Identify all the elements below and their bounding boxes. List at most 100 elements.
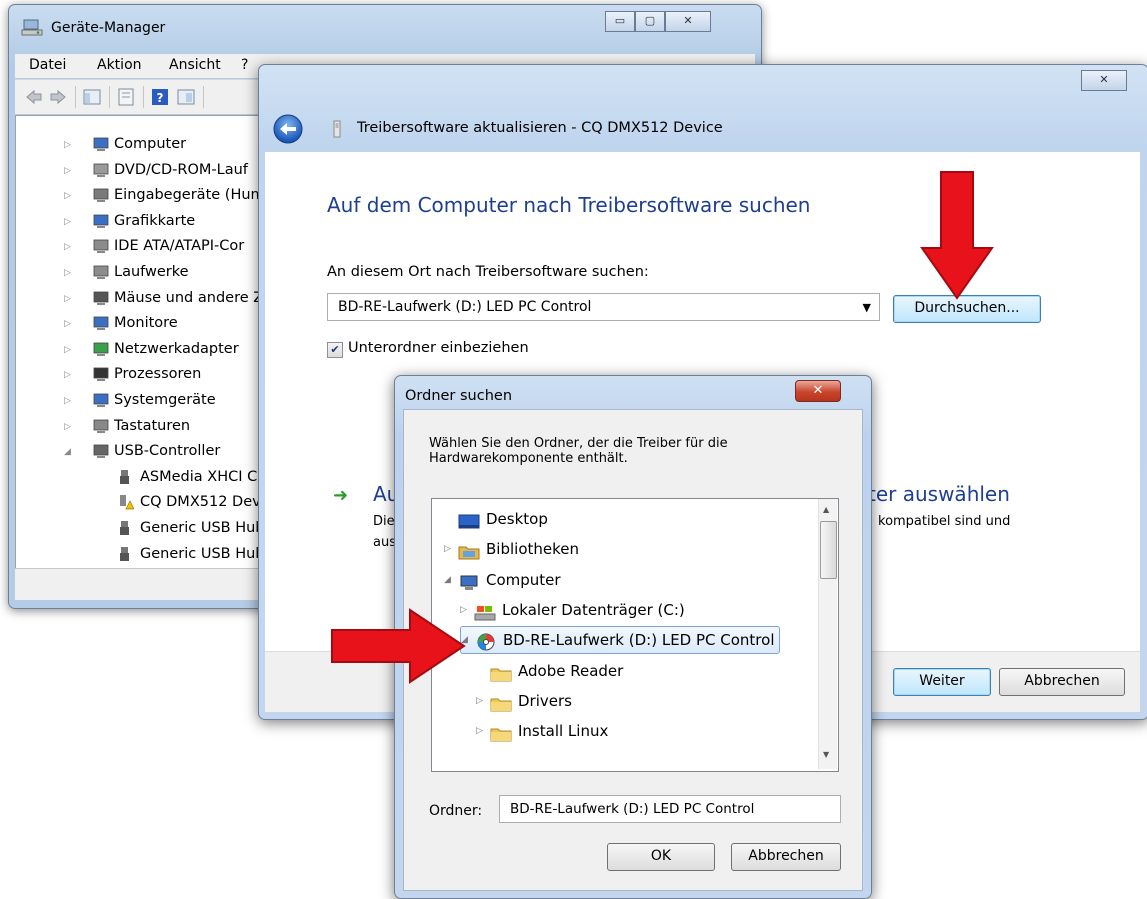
- scan-hardware-icon[interactable]: [177, 88, 195, 106]
- usb-device-label: CQ DMX512 Dev: [140, 494, 261, 511]
- usb-device-label: ASMedia XHCI C: [140, 468, 258, 485]
- folder-tree-label: BD-RE-Laufwerk (D:) LED PC Control: [503, 631, 775, 650]
- folder-tree-item[interactable]: ▷ Install Linux: [476, 717, 608, 745]
- folder-tree-item-selected[interactable]: ◢ BD-RE-Laufwerk (D:) LED PC Control: [460, 626, 780, 655]
- usb-device-label: Generic USB Hub: [140, 545, 265, 562]
- next-button[interactable]: Weiter: [893, 668, 991, 696]
- dialog-cancel-button[interactable]: Abbrechen: [731, 843, 841, 871]
- expand-arrow-icon[interactable]: ▷: [64, 363, 71, 387]
- device-manager-icon: [21, 19, 43, 36]
- option-desc-end: kompatibel sind und: [878, 514, 1011, 529]
- folder-icon: [490, 663, 512, 681]
- toolbar-separator: [109, 86, 110, 108]
- tree-item-label: Computer: [114, 136, 187, 152]
- expand-arrow-icon[interactable]: ▷: [64, 210, 71, 234]
- location-combobox[interactable]: BD-RE-Laufwerk (D:) LED PC Control ▼: [327, 293, 880, 321]
- option-desc-2: aus: [373, 535, 396, 550]
- tree-item-label: DVD/CD-ROM-Lauf: [114, 161, 248, 178]
- folder-icon: [490, 723, 512, 742]
- expand-arrow-icon[interactable]: ▷: [476, 717, 483, 745]
- back-arrow-icon[interactable]: [25, 88, 43, 106]
- expand-arrow-icon[interactable]: ▷: [64, 159, 71, 183]
- window-title: Geräte-Manager: [51, 20, 166, 36]
- dialog-title: Ordner suchen: [405, 388, 513, 404]
- expand-arrow-icon[interactable]: ▷: [64, 261, 71, 285]
- scroll-down-icon[interactable]: ▼: [823, 750, 829, 759]
- caption-buttons: ▭ ▢ ✕: [605, 11, 711, 32]
- folder-tree-item[interactable]: Adobe Reader: [476, 657, 623, 685]
- back-arrow-icon[interactable]: [273, 114, 303, 144]
- wizard-close-button[interactable]: ✕: [1081, 70, 1127, 91]
- warning-device-icon: [116, 494, 135, 510]
- usb-device-icon: [116, 546, 134, 562]
- dvd-drive-icon: [92, 162, 110, 178]
- usb-controller-icon: [92, 443, 110, 459]
- folder-tree-item[interactable]: Desktop: [444, 505, 548, 533]
- mouse-icon: [92, 290, 110, 306]
- scroll-thumb[interactable]: [820, 521, 837, 579]
- folder-tree-item[interactable]: ▷ Drivers: [476, 687, 572, 715]
- expand-arrow-icon[interactable]: ▷: [64, 235, 71, 259]
- folder-tree-label: Bibliotheken: [486, 540, 579, 559]
- collapse-arrow-icon[interactable]: ◢: [64, 440, 71, 464]
- folder-field[interactable]: BD-RE-Laufwerk (D:) LED PC Control: [499, 795, 841, 823]
- menu-aktion[interactable]: Aktion: [97, 57, 142, 73]
- system-device-icon: [92, 392, 110, 408]
- close-button[interactable]: ✕: [665, 11, 711, 32]
- include-subfolders-checkbox[interactable]: ✔: [327, 342, 343, 358]
- minimize-button[interactable]: ▭: [605, 11, 635, 32]
- folder-label: Ordner:: [429, 803, 483, 819]
- expand-arrow-icon[interactable]: ▷: [476, 687, 483, 715]
- folder-tree-item[interactable]: ▷ Bibliotheken: [444, 535, 579, 563]
- tree-item-label: USB-Controller: [114, 443, 221, 460]
- drive-icon: [92, 264, 110, 280]
- usb-device-label: Generic USB Hub: [140, 520, 265, 536]
- expand-arrow-icon[interactable]: ▷: [64, 287, 71, 311]
- expand-arrow-icon[interactable]: ▷: [444, 535, 451, 563]
- chevron-down-icon[interactable]: ▼: [863, 294, 871, 321]
- forward-arrow-icon[interactable]: [49, 88, 67, 106]
- option-title-end[interactable]: ter auswählen: [868, 482, 1010, 506]
- cancel-button[interactable]: Abbrechen: [999, 668, 1125, 696]
- tree-item-label: Prozessoren: [114, 366, 202, 383]
- menu-datei[interactable]: Datei: [29, 57, 66, 73]
- tree-item-label: Monitore: [114, 315, 178, 332]
- folder-tree-label: Computer: [486, 570, 561, 589]
- desktop-icon: [458, 511, 480, 529]
- menu-ansicht[interactable]: Ansicht: [169, 57, 221, 73]
- vertical-scrollbar[interactable]: ▲ ▼: [818, 499, 837, 769]
- tree-item-label: Grafikkarte: [114, 212, 196, 229]
- expand-arrow-icon[interactable]: ▷: [64, 338, 71, 362]
- usb-device-icon: [116, 520, 134, 536]
- expand-arrow-icon[interactable]: ▷: [64, 133, 71, 157]
- folder-tree: ▲ ▼ Desktop ▷ Bibliotheken ◢ Computer ▷ Lokale…: [431, 498, 839, 772]
- maximize-button[interactable]: ▢: [635, 11, 665, 32]
- dialog-close-button[interactable]: ✕: [795, 380, 841, 402]
- toolbar-separator: [75, 86, 76, 108]
- library-icon: [458, 541, 480, 560]
- menu-help[interactable]: ?: [241, 57, 248, 73]
- keyboard-icon: [92, 418, 110, 434]
- show-hide-console-icon[interactable]: [83, 88, 101, 106]
- dialog-instruction: Wählen Sie den Ordner, der die Treiber f…: [429, 436, 728, 466]
- folder-tree-label: Desktop: [486, 510, 548, 528]
- folder-tree-item[interactable]: ▷ Lokaler Datenträger (C:): [460, 596, 685, 624]
- properties-icon[interactable]: [117, 88, 135, 106]
- expand-arrow-icon[interactable]: ▷: [64, 389, 71, 413]
- folder-tree-item[interactable]: ◢ Computer: [444, 566, 561, 594]
- folder-tree-label: Lokaler Datenträger (C:): [502, 600, 685, 619]
- expand-arrow-icon[interactable]: ▷: [64, 312, 71, 336]
- ok-button[interactable]: OK: [607, 843, 715, 871]
- usb-device-icon: [116, 469, 134, 485]
- collapse-arrow-icon[interactable]: ◢: [444, 566, 451, 594]
- annotation-arrow-right: [331, 608, 466, 684]
- expand-arrow-icon[interactable]: ▷: [64, 415, 71, 439]
- computer-icon: [92, 136, 110, 152]
- scroll-up-icon[interactable]: ▲: [823, 505, 829, 514]
- tree-item-label: Mäuse und andere Z: [114, 289, 264, 306]
- device-icon: [333, 120, 341, 138]
- wizard-title: Treibersoftware aktualisieren - CQ DMX51…: [357, 120, 723, 136]
- keyboard-mouse-icon: [92, 187, 110, 203]
- expand-arrow-icon[interactable]: ▷: [64, 184, 71, 208]
- help-icon[interactable]: ?: [151, 88, 169, 106]
